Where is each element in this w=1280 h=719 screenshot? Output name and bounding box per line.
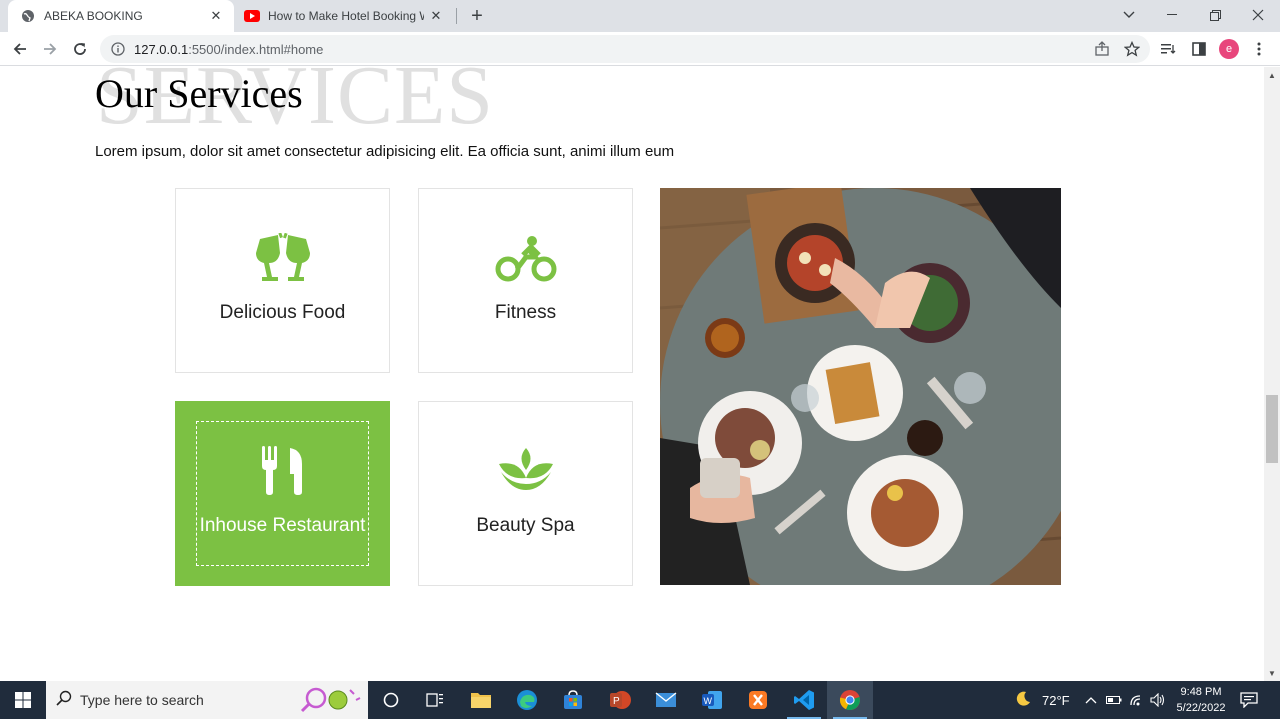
minimize-icon[interactable]: [1150, 0, 1194, 30]
microsoft-store-icon[interactable]: [550, 681, 596, 719]
mail-icon[interactable]: [643, 681, 689, 719]
tab-abeka-booking[interactable]: ABEKA BOOKING ✕: [8, 0, 234, 32]
site-info-icon[interactable]: [110, 41, 126, 57]
xampp-icon[interactable]: [735, 681, 781, 719]
restore-icon[interactable]: [1193, 0, 1237, 30]
bookmark-star-icon[interactable]: [1121, 38, 1143, 60]
windows-start-icon[interactable]: [0, 681, 46, 719]
reload-icon[interactable]: [67, 36, 93, 62]
wifi-icon[interactable]: [1129, 681, 1145, 719]
fork-knife-icon: [176, 446, 389, 496]
service-label: Fitness: [494, 302, 557, 323]
moon-icon: [1014, 690, 1032, 711]
scroll-down-arrow-icon[interactable]: ▼: [1264, 665, 1280, 681]
forward-icon[interactable]: [37, 36, 63, 62]
service-card-fitness[interactable]: Fitness: [418, 188, 633, 373]
notifications-icon[interactable]: [1240, 681, 1258, 719]
vscode-icon[interactable]: [781, 681, 827, 719]
search-highlight-icon: [298, 686, 362, 719]
bicycle-icon: [419, 233, 632, 285]
new-tab-icon[interactable]: +: [464, 3, 490, 29]
clock-date: 5/22/2022: [1176, 702, 1226, 714]
weather-temperature: 72°F: [1042, 692, 1070, 708]
service-label: Beauty Spa: [476, 515, 575, 536]
side-panel-icon[interactable]: [1188, 38, 1210, 60]
tab-title: How to Make Hotel Booking We: [268, 9, 424, 23]
section-heading: Our Services: [95, 71, 303, 116]
more-menu-icon[interactable]: [1248, 38, 1270, 60]
search-icon: [56, 690, 72, 711]
globe-icon: [20, 8, 36, 24]
profile-avatar[interactable]: e: [1219, 39, 1239, 59]
clock-time: 9:48 PM: [1180, 686, 1222, 698]
page-scrollbar[interactable]: ▲ ▼: [1264, 67, 1280, 681]
battery-icon[interactable]: [1106, 681, 1122, 719]
file-explorer-icon[interactable]: [458, 681, 504, 719]
tab-youtube-video[interactable]: How to Make Hotel Booking We ✕: [236, 0, 454, 32]
volume-icon[interactable]: [1150, 681, 1166, 719]
restaurant-table-photo: [660, 188, 1061, 585]
share-icon[interactable]: [1091, 38, 1113, 60]
page-viewport: SERVICES Our Services Lorem ipsum, dolor…: [0, 67, 1264, 681]
service-label: Inhouse Restaurant: [199, 515, 366, 536]
section-description: Lorem ipsum, dolor sit amet consectetur …: [95, 143, 675, 160]
word-icon[interactable]: W: [689, 681, 735, 719]
back-icon[interactable]: [7, 36, 33, 62]
close-window-icon[interactable]: [1236, 0, 1280, 30]
search-placeholder: Type here to search: [80, 692, 204, 708]
svg-text:W: W: [704, 696, 713, 706]
tab-strip: ABEKA BOOKING ✕ How to Make Hotel Bookin…: [0, 0, 1280, 32]
svg-text:P: P: [613, 696, 620, 707]
leaf-spa-icon: [419, 446, 632, 494]
chrome-icon[interactable]: [827, 681, 873, 719]
wine-glasses-icon: [176, 233, 389, 285]
task-view-cortana-icon[interactable]: [368, 681, 414, 719]
powerpoint-icon[interactable]: P: [597, 681, 643, 719]
service-card-inhouse-restaurant[interactable]: Inhouse Restaurant: [175, 401, 390, 586]
address-bar[interactable]: 127.0.0.1:5500/index.html#home: [100, 35, 1150, 63]
browser-toolbar: 127.0.0.1:5500/index.html#home: [0, 32, 1280, 66]
service-label: Delicious Food: [219, 302, 346, 323]
close-tab-icon[interactable]: ✕: [204, 4, 228, 28]
tab-search-icon[interactable]: [1107, 0, 1151, 30]
scroll-up-arrow-icon[interactable]: ▲: [1264, 67, 1280, 83]
task-view-icon[interactable]: [412, 681, 458, 719]
tab-separator: [456, 8, 457, 24]
close-tab-icon[interactable]: ✕: [424, 4, 448, 28]
tab-title: ABEKA BOOKING: [44, 9, 143, 23]
scrollbar-thumb[interactable]: [1266, 395, 1278, 463]
url-path: :5500/index.html#home: [188, 41, 324, 57]
taskbar-search-box[interactable]: Type here to search: [46, 681, 368, 719]
url-host: 127.0.0.1: [134, 41, 189, 57]
service-card-beauty-spa[interactable]: Beauty Spa: [418, 401, 633, 586]
youtube-icon: [244, 8, 260, 24]
weather-widget[interactable]: 72°F: [1014, 681, 1070, 719]
reading-list-icon[interactable]: [1157, 38, 1179, 60]
edge-browser-icon[interactable]: [504, 681, 550, 719]
service-card-delicious-food[interactable]: Delicious Food: [175, 188, 390, 373]
show-hidden-icons[interactable]: [1085, 681, 1097, 719]
windows-taskbar: Type here to search P W 72°F 9:48 PM 5/2…: [0, 681, 1280, 719]
system-clock[interactable]: 9:48 PM 5/22/2022: [1168, 684, 1234, 716]
